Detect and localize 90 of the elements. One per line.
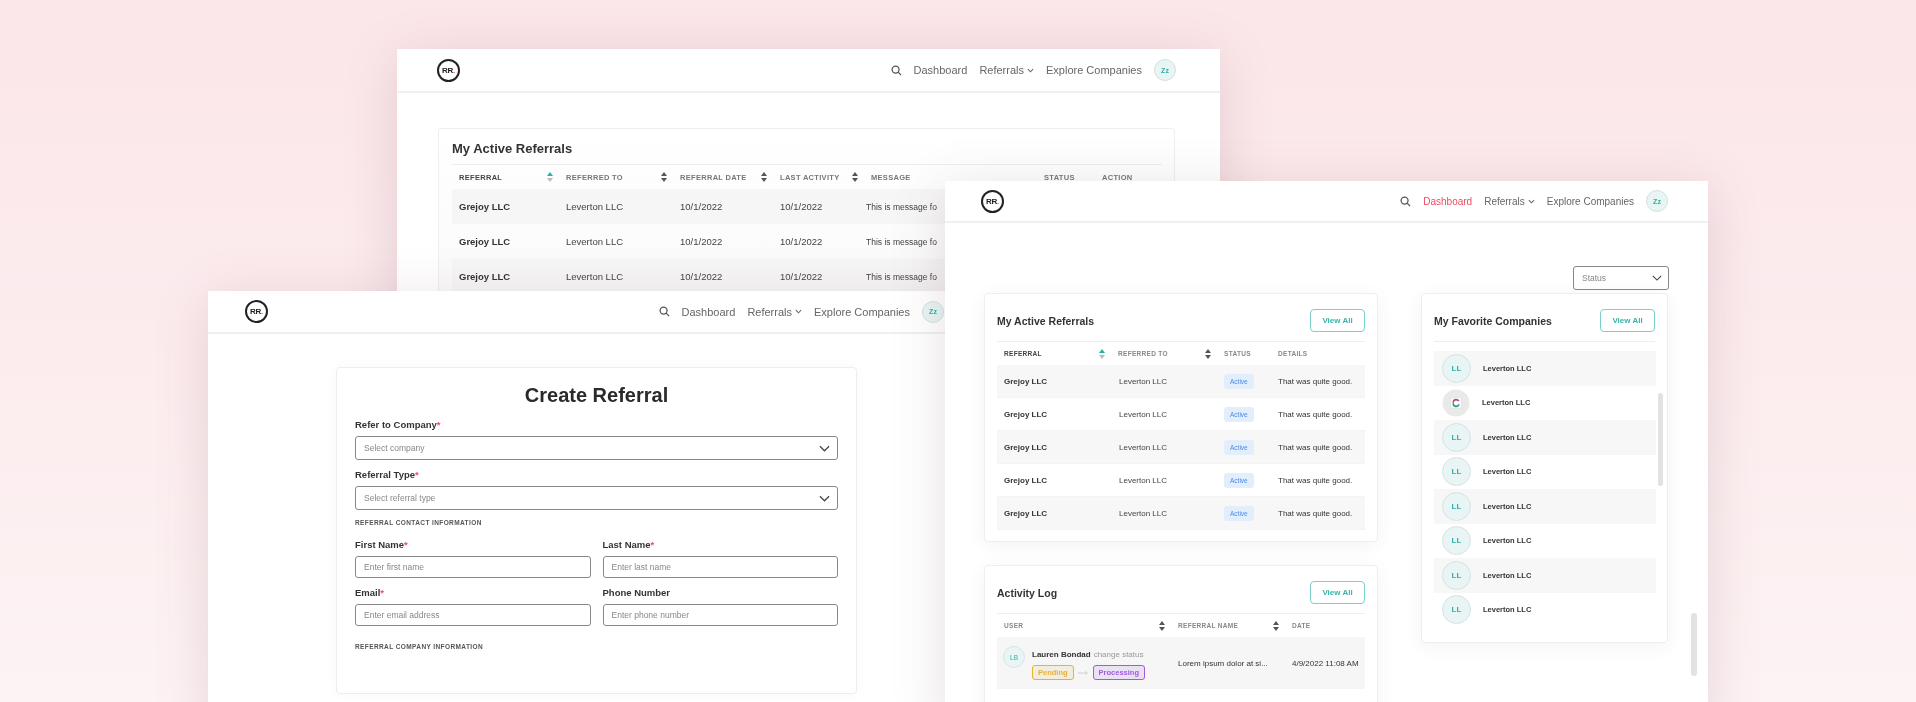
sort-icon[interactable] <box>661 172 667 182</box>
caret-icon <box>1027 67 1034 73</box>
select-field[interactable]: Select company <box>355 436 838 460</box>
nav-link[interactable]: Dashboard <box>913 64 968 76</box>
nav-link[interactable]: Dashboard <box>1423 195 1473 207</box>
field-label: Refer to Company* <box>355 419 442 430</box>
chevron-icon <box>819 444 830 452</box>
logo[interactable]: RR. <box>981 189 1004 213</box>
card-title: My Favorite Companies <box>1434 314 1552 327</box>
table-cell-text: That was quite good. <box>1277 508 1354 518</box>
table-cell-text: Leverton LLC <box>1118 508 1169 518</box>
table-cell-text: This is message fo <box>865 271 937 282</box>
table-cell-text: 10/1/2022 <box>779 236 824 247</box>
table-cell-text: That was quite good. <box>1277 409 1354 419</box>
card-title: Activity Log <box>997 586 1058 599</box>
logo[interactable]: RR. <box>437 58 460 82</box>
arrow-icon <box>1077 669 1089 676</box>
text-field[interactable]: Enter phone number <box>602 604 838 626</box>
field-label: First Name* <box>355 539 409 550</box>
search-icon[interactable] <box>658 306 670 317</box>
field-label: Last Name* <box>602 539 656 550</box>
search-icon[interactable] <box>890 64 902 76</box>
table-cell-text: This is message fo <box>865 236 937 247</box>
field-label: Phone Number <box>602 587 672 598</box>
table-cell-text: That was quite good. <box>1277 376 1354 386</box>
company-avatar: LL <box>1442 560 1471 590</box>
table-cell-text: This is message fo <box>865 201 937 212</box>
table-cell-text: Leverton LLC <box>1118 475 1169 485</box>
field-label: Referral Type* <box>355 469 420 480</box>
nav-link[interactable]: Referrals <box>747 305 802 318</box>
table-cell-text: That was quite good. <box>1277 475 1354 485</box>
table-cell-text: Leverton LLC <box>1118 409 1169 419</box>
table-cell-text: Grejoy LLC <box>1003 475 1049 485</box>
sort-icon[interactable] <box>1205 348 1211 359</box>
chevron-icon <box>1652 275 1662 281</box>
text-field[interactable]: Enter email address <box>355 604 591 626</box>
table-cell-text: Leverton LLC <box>565 236 625 247</box>
caret-icon <box>1527 198 1535 204</box>
company-avatar: LL <box>1442 457 1471 487</box>
sort-icon[interactable] <box>761 172 767 182</box>
table-cell-text: Grejoy LLC <box>1003 442 1049 452</box>
table-cell-text: 10/1/2022 <box>779 271 824 282</box>
company-avatar: LL <box>1442 422 1471 452</box>
card-title: My Active Referrals <box>997 314 1095 327</box>
table-cell-text: Grejoy LLC <box>458 271 512 282</box>
text-field[interactable]: Enter last name <box>602 556 838 578</box>
company-avatar: LL <box>1442 526 1471 556</box>
table-cell-text: Grejoy LLC <box>458 236 512 247</box>
table-cell-text: 10/1/2022 <box>679 271 724 282</box>
table-cell-text: Leverton LLC <box>1118 442 1169 452</box>
form-title: Create Referral <box>523 384 670 407</box>
select-field[interactable]: Select referral type <box>355 486 838 510</box>
logo[interactable]: RR. <box>245 300 268 323</box>
table-cell-text: Leverton LLC <box>1118 376 1169 386</box>
company-avatar: LL <box>1442 595 1471 625</box>
table-cell-text: 10/1/2022 <box>779 201 824 212</box>
nav-link[interactable]: Explore Companies <box>1046 64 1142 76</box>
status-select[interactable]: Status <box>1573 266 1669 290</box>
activity-text: change status <box>1093 650 1144 659</box>
table-cell-text: Grejoy LLC <box>1003 508 1049 518</box>
nav-link[interactable]: Explore Companies <box>1546 195 1634 207</box>
chevron-icon <box>819 494 830 502</box>
table-cell-text: Lorem ipsum dolor at si... <box>1177 658 1269 668</box>
sort-icon[interactable] <box>852 172 858 182</box>
table-cell-text: Grejoy LLC <box>1003 409 1049 419</box>
card-title: My Active Referrals <box>452 141 1162 165</box>
table-cell-text: Leverton LLC <box>565 271 625 282</box>
table-cell-text: 10/1/2022 <box>679 236 724 247</box>
scrollbar[interactable] <box>1691 613 1697 676</box>
sort-icon[interactable] <box>1273 620 1279 631</box>
nav-link[interactable]: Referrals <box>979 64 1034 76</box>
company-avatar: LL <box>1442 491 1471 521</box>
company-avatar: LL <box>1442 353 1471 383</box>
text-field[interactable]: Enter first name <box>355 556 591 578</box>
caret-icon <box>795 309 802 314</box>
nav-link[interactable]: Explore Companies <box>814 305 910 318</box>
table-cell-text: 4/9/2022 11:08 AM <box>1291 658 1360 668</box>
nav-link[interactable]: Dashboard <box>681 305 736 318</box>
table-cell-text: Grejoy LLC <box>458 201 512 212</box>
search-icon[interactable] <box>1400 195 1412 207</box>
nav-link[interactable]: Referrals <box>1484 195 1535 207</box>
table-cell-text: That was quite good. <box>1277 442 1354 452</box>
sort-icon[interactable] <box>1159 620 1165 631</box>
user-name: Lauren Bondad <box>1032 650 1091 659</box>
table-cell-text: Leverton LLC <box>565 201 625 212</box>
scrollbar[interactable] <box>1658 393 1663 486</box>
table-cell-text: 10/1/2022 <box>679 201 724 212</box>
table-cell-text: Grejoy LLC <box>1003 376 1049 386</box>
company-logo-icon <box>1442 388 1470 417</box>
field-label: Email* <box>355 587 386 598</box>
